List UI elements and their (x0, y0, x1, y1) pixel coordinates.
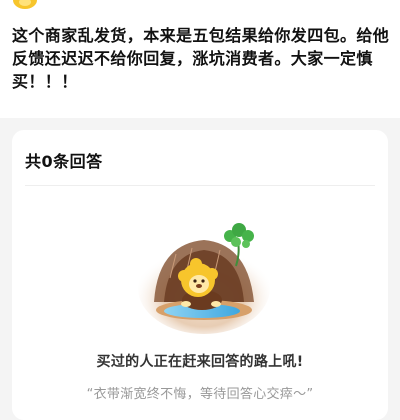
mascot-lion-bear-illustration (138, 223, 270, 334)
answers-card: 共0条回答 买过的人正在赶来回答的路上吼! “衣带渐宽终不悔，等待回答心交瘁～” (12, 130, 388, 420)
empty-state-title: 买过的人正在赶来回答的路上吼! (96, 354, 304, 370)
answers-count-label: 共0条回答 (25, 152, 103, 171)
question-section: 这个商家乱发货，本来是五包结果给你发四包。给他反馈还迟迟不给你回复，涨坑消费者。… (0, 0, 400, 118)
card-divider (25, 185, 375, 186)
question-text: 这个商家乱发货，本来是五包结果给你发四包。给他反馈还迟迟不给你回复，涨坑消费者。… (12, 26, 390, 91)
empty-state-subtitle: “衣带渐宽终不悔，等待回答心交瘁～” (86, 387, 314, 402)
question-badge-icon (13, 0, 37, 9)
